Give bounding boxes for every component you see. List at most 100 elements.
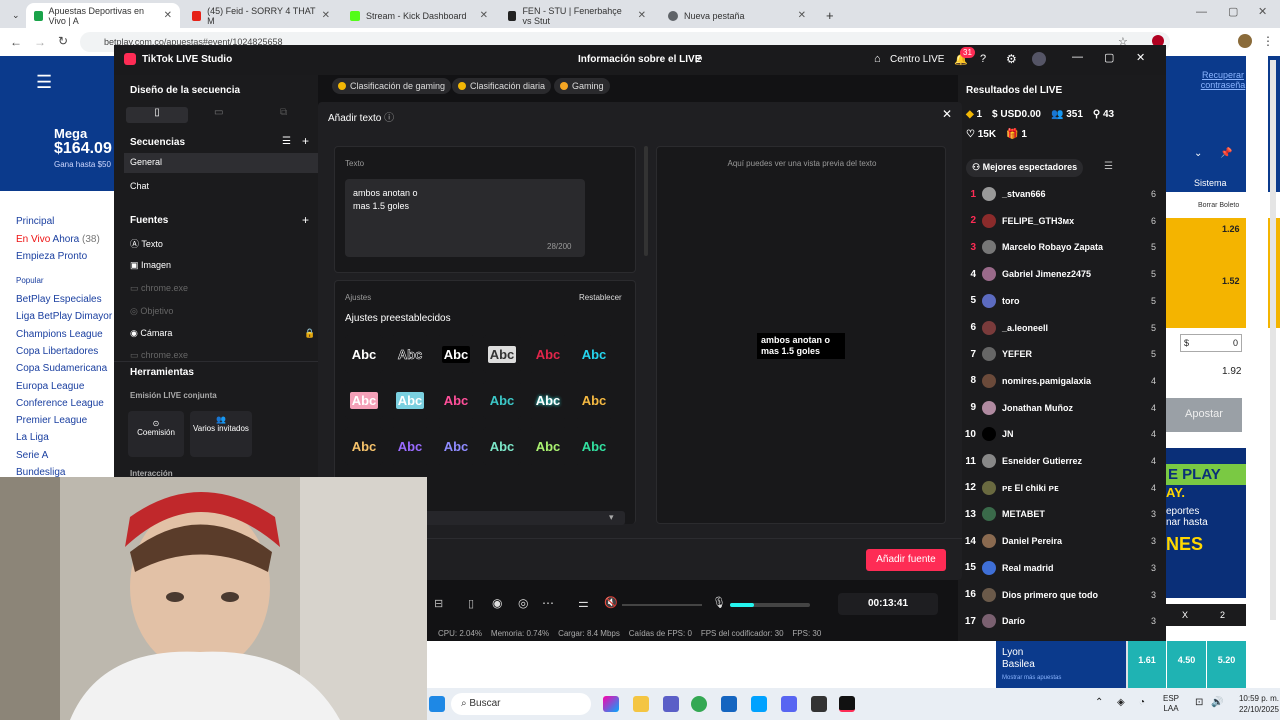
add-source-icon[interactable]: + bbox=[302, 213, 309, 227]
promo-banner[interactable]: E PLAY AY. eportes nar hasta NES bbox=[1166, 448, 1246, 598]
text-style-preset[interactable]: Abc bbox=[437, 381, 475, 419]
obs-icon[interactable] bbox=[811, 696, 827, 712]
league-link[interactable]: Serie A bbox=[16, 450, 48, 461]
mic-volume-slider[interactable] bbox=[730, 603, 810, 607]
minimize-icon[interactable]: — bbox=[1196, 6, 1207, 18]
nav-en-vivo[interactable]: En Vivo Ahora (38) bbox=[16, 234, 100, 245]
source-chrome-2[interactable]: ▭ chrome.exe bbox=[130, 350, 188, 358]
daily-ranking-chip[interactable]: Clasificación diaria bbox=[452, 78, 552, 94]
viewer-row[interactable]: 12 ᴘᴇ El chiki ᴘᴇ 4 bbox=[958, 475, 1166, 501]
viewer-row[interactable]: 9 Jonathan Muñoz 4 bbox=[958, 395, 1166, 421]
close-icon[interactable]: ✕ bbox=[1136, 51, 1145, 64]
close-icon[interactable]: ✕ bbox=[322, 10, 330, 21]
wifi-icon[interactable]: ◔ bbox=[1139, 697, 1145, 708]
viewer-row[interactable]: 17 Darío 3 bbox=[958, 608, 1166, 634]
gaming-category-chip[interactable]: Gaming bbox=[554, 78, 610, 94]
profile-avatar[interactable] bbox=[1238, 34, 1252, 48]
chevron-down-icon[interactable]: ⌄ bbox=[1194, 148, 1202, 159]
close-icon[interactable]: ✕ bbox=[942, 107, 952, 121]
source-image[interactable]: ▣ Imagen bbox=[130, 260, 171, 271]
viewer-row[interactable]: 14 Daniel Pereira 3 bbox=[958, 528, 1166, 554]
nav-principal[interactable]: Principal bbox=[16, 216, 54, 227]
league-link[interactable]: Copa Sudamericana bbox=[16, 363, 107, 374]
close-icon[interactable]: ✕ bbox=[638, 10, 646, 21]
tab-betplay[interactable]: Apuestas Deportivas en Vivo | A ✕ bbox=[26, 3, 180, 28]
more-icon[interactable]: ⋯ bbox=[542, 596, 554, 610]
settings-gear-icon[interactable]: ⚙ bbox=[1006, 52, 1017, 66]
speaker-muted-icon[interactable]: 🔇 bbox=[604, 596, 618, 609]
minimize-icon[interactable]: — bbox=[1072, 51, 1083, 63]
sistema-tab[interactable]: Sistema bbox=[1194, 178, 1227, 188]
reload-icon[interactable]: ↻ bbox=[58, 34, 68, 48]
pin-icon[interactable]: 📌 bbox=[1220, 148, 1232, 159]
text-style-preset[interactable]: Abc bbox=[437, 427, 475, 465]
text-style-preset[interactable]: Abc bbox=[575, 427, 613, 465]
volume-icon[interactable]: 🔊 bbox=[1211, 697, 1223, 708]
odd-2-button[interactable]: 5.20 bbox=[1206, 641, 1246, 688]
league-link[interactable]: Liga BetPlay Dimayor bbox=[16, 311, 112, 322]
viewer-row[interactable]: 13 METABET 3 bbox=[958, 501, 1166, 527]
hamburger-icon[interactable]: ☰ bbox=[36, 72, 52, 93]
odd-x-button[interactable]: 4.50 bbox=[1166, 641, 1206, 688]
text-style-preset[interactable]: Abc bbox=[483, 335, 521, 373]
league-link[interactable]: Europa League bbox=[16, 381, 84, 392]
close-window-icon[interactable]: ✕ bbox=[1258, 5, 1267, 18]
nav-empieza-pronto[interactable]: Empieza Pronto bbox=[16, 251, 87, 262]
record-icon[interactable]: ◉ bbox=[492, 596, 502, 610]
page-scrollbar[interactable] bbox=[1270, 60, 1276, 620]
landscape-mode-icon[interactable]: ▭ bbox=[214, 107, 223, 118]
add-sequence-icon[interactable]: + bbox=[302, 134, 309, 148]
viewer-row[interactable]: 15 Real madrid 3 bbox=[958, 555, 1166, 581]
tab-list-button[interactable]: ⌄ bbox=[4, 3, 24, 28]
apostar-button[interactable]: Apostar bbox=[1166, 398, 1242, 432]
viewer-row[interactable]: 11 Esneider Gutierrez 4 bbox=[958, 448, 1166, 474]
text-style-preset[interactable]: Abc bbox=[575, 381, 613, 419]
lock-icon[interactable]: 🔒 bbox=[304, 328, 315, 339]
list-view-icon[interactable]: ☰ bbox=[1104, 161, 1113, 172]
tiktok-taskbar-icon[interactable] bbox=[839, 696, 855, 712]
clock[interactable]: 10:59 p. m. 22/10/2025 bbox=[1223, 693, 1279, 715]
tab-flashscore[interactable]: FEN - STU | Fenerbahçe vs Stut ✕ bbox=[500, 3, 654, 28]
source-objective[interactable]: ◎ Objetivo bbox=[130, 306, 173, 317]
league-link[interactable]: Conference League bbox=[16, 398, 104, 409]
close-icon[interactable]: ✕ bbox=[798, 10, 806, 21]
close-icon[interactable]: ✕ bbox=[480, 10, 488, 21]
speaker-volume-slider[interactable] bbox=[622, 604, 702, 606]
help-icon[interactable]: ? bbox=[980, 53, 986, 65]
sequence-general[interactable]: General bbox=[124, 153, 318, 173]
viewer-row[interactable]: 10 JN 4 bbox=[958, 421, 1166, 447]
file-explorer-icon[interactable] bbox=[633, 696, 649, 712]
source-text[interactable]: Ⓐ Texto bbox=[130, 237, 163, 250]
microphone-icon[interactable]: 🎙 bbox=[712, 596, 726, 609]
tab-kick[interactable]: Stream - Kick Dashboard ✕ bbox=[342, 3, 496, 28]
chrome-icon[interactable] bbox=[691, 696, 707, 712]
menu-dots-icon[interactable]: ⋮ bbox=[1262, 34, 1274, 48]
text-style-preset[interactable]: Abc bbox=[391, 381, 429, 419]
text-style-preset[interactable]: Abc bbox=[345, 335, 383, 373]
help-icon[interactable]: ⓘ bbox=[384, 113, 394, 124]
app-icon[interactable] bbox=[751, 696, 767, 712]
language-indicator[interactable]: ESP LAA bbox=[1163, 694, 1179, 714]
text-style-preset[interactable]: Abc bbox=[483, 381, 521, 419]
text-style-preset[interactable]: Abc bbox=[345, 381, 383, 419]
league-link[interactable]: Copa Libertadores bbox=[16, 346, 98, 357]
close-icon[interactable]: ✕ bbox=[164, 10, 172, 21]
text-style-preset[interactable]: Abc bbox=[391, 427, 429, 465]
share-icon[interactable]: ↗ bbox=[694, 53, 703, 66]
list-icon[interactable]: ☰ bbox=[282, 136, 291, 147]
reset-button[interactable]: Restablecer bbox=[579, 293, 622, 302]
match-row[interactable]: Lyon Basilea Mostrar más apuestas bbox=[996, 641, 1126, 688]
dual-mode-icon[interactable]: ⧉ bbox=[280, 107, 287, 118]
league-link[interactable]: Champions League bbox=[16, 329, 103, 340]
text-style-preset[interactable]: Abc bbox=[391, 335, 429, 373]
viewer-row[interactable]: 16 Dios primero que todo 3 bbox=[958, 582, 1166, 608]
odd-1-button[interactable]: 1.61 bbox=[1128, 641, 1166, 688]
viewer-row[interactable]: 7 YEFER 5 bbox=[958, 341, 1166, 367]
scrollbar[interactable] bbox=[644, 146, 648, 256]
text-style-preset[interactable]: Abc bbox=[575, 335, 613, 373]
sequence-chat[interactable]: Chat bbox=[130, 181, 149, 191]
stake-input[interactable]: $0 bbox=[1180, 334, 1242, 352]
layout-icon[interactable]: ⊟ bbox=[434, 597, 443, 610]
portrait-mode-icon[interactable]: ▯ bbox=[126, 107, 188, 123]
text-style-preset[interactable]: Abc bbox=[483, 427, 521, 465]
